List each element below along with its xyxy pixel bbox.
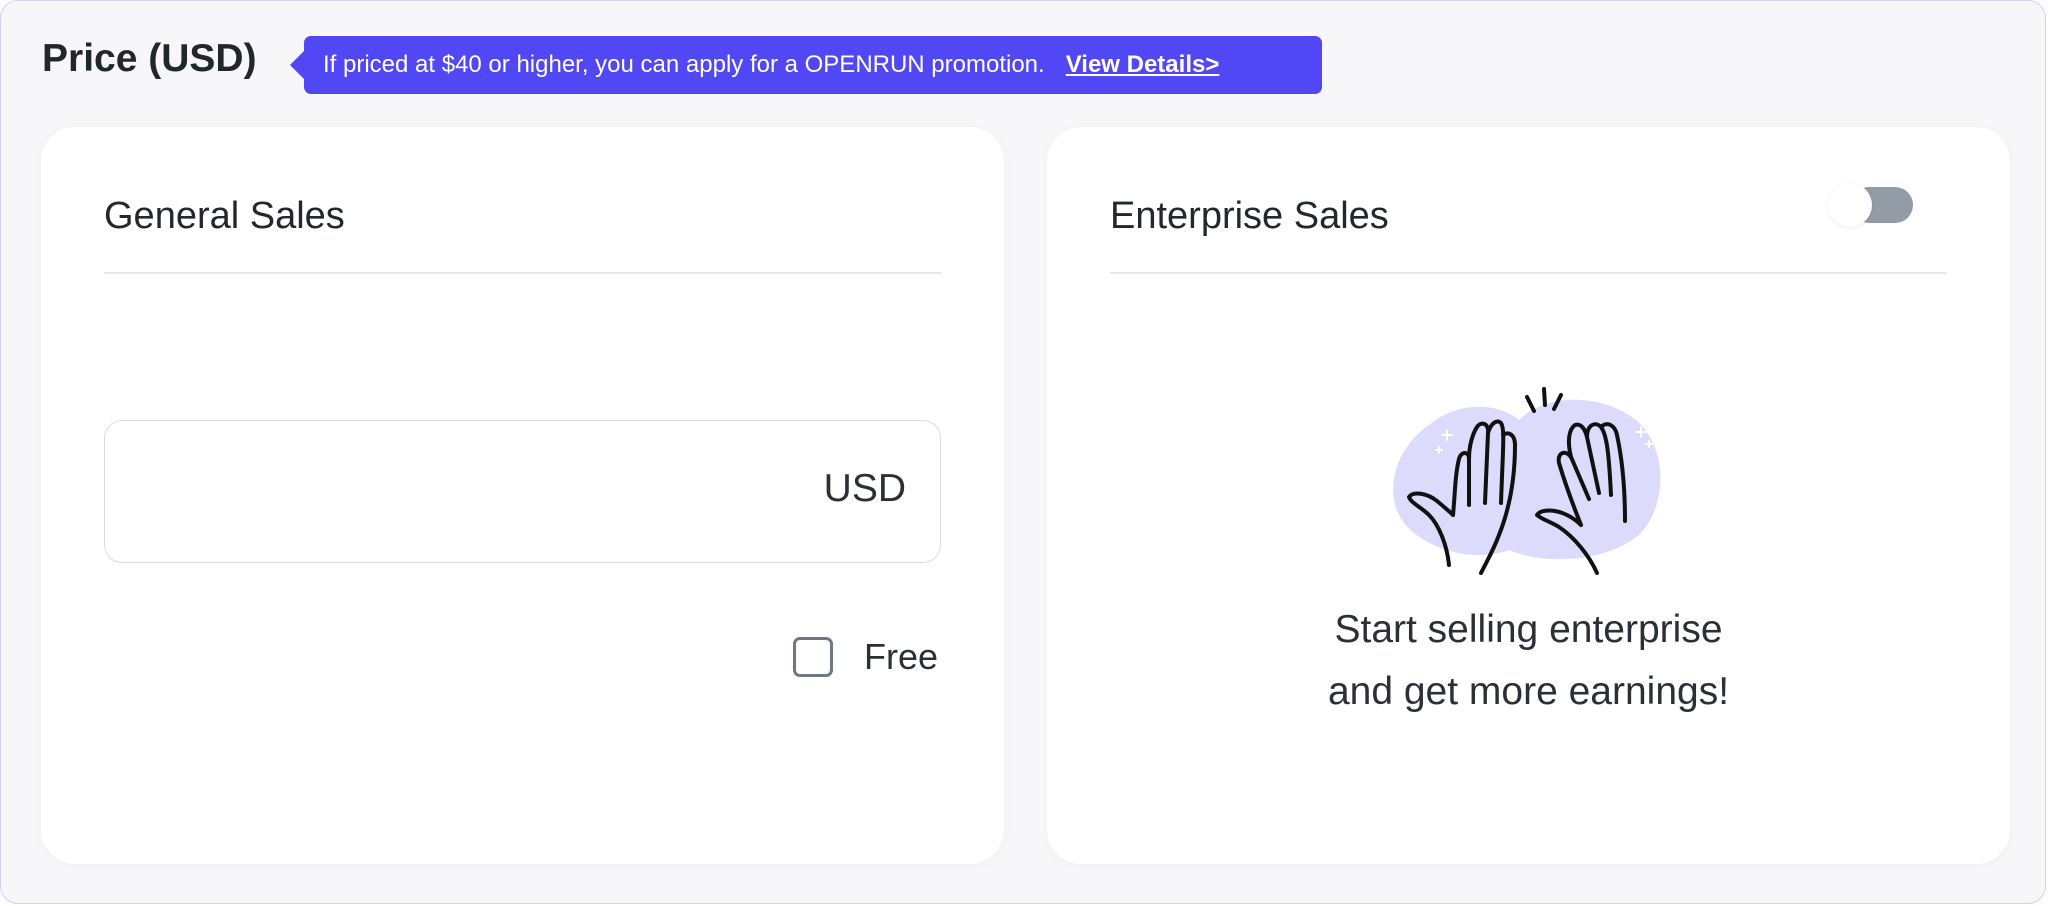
enterprise-message: Start selling enterprise and get more ea… [1047,599,2010,723]
general-sales-card: General Sales USD Free [41,127,1004,864]
enterprise-message-line1: Start selling enterprise [1334,608,1723,651]
divider [1110,272,1947,274]
enterprise-sales-toggle[interactable] [1823,183,1915,227]
high-five-hands-icon [1393,387,1661,575]
enterprise-sales-title: Enterprise Sales [1110,195,1389,237]
toggle-knob [1828,183,1872,227]
view-details-link[interactable]: View Details> [1066,51,1220,79]
general-sales-title: General Sales [104,195,345,237]
page-title: Price (USD) [42,37,257,80]
promo-text: If priced at $40 or higher, you can appl… [323,51,1045,78]
divider [104,272,941,274]
free-option[interactable]: Free [793,633,938,681]
free-checkbox[interactable] [793,637,833,677]
free-label: Free [864,636,939,677]
currency-suffix: USD [823,467,906,510]
enterprise-message-line2: and get more earnings! [1327,670,1730,713]
price-field[interactable]: USD [104,420,941,564]
price-panel: Price (USD) If priced at $40 or higher, … [0,0,2046,904]
promo-banner: If priced at $40 or higher, you can appl… [290,36,1322,94]
enterprise-sales-card: Enterprise Sales Start selling enterpris… [1047,127,2010,864]
price-input[interactable] [129,421,773,564]
